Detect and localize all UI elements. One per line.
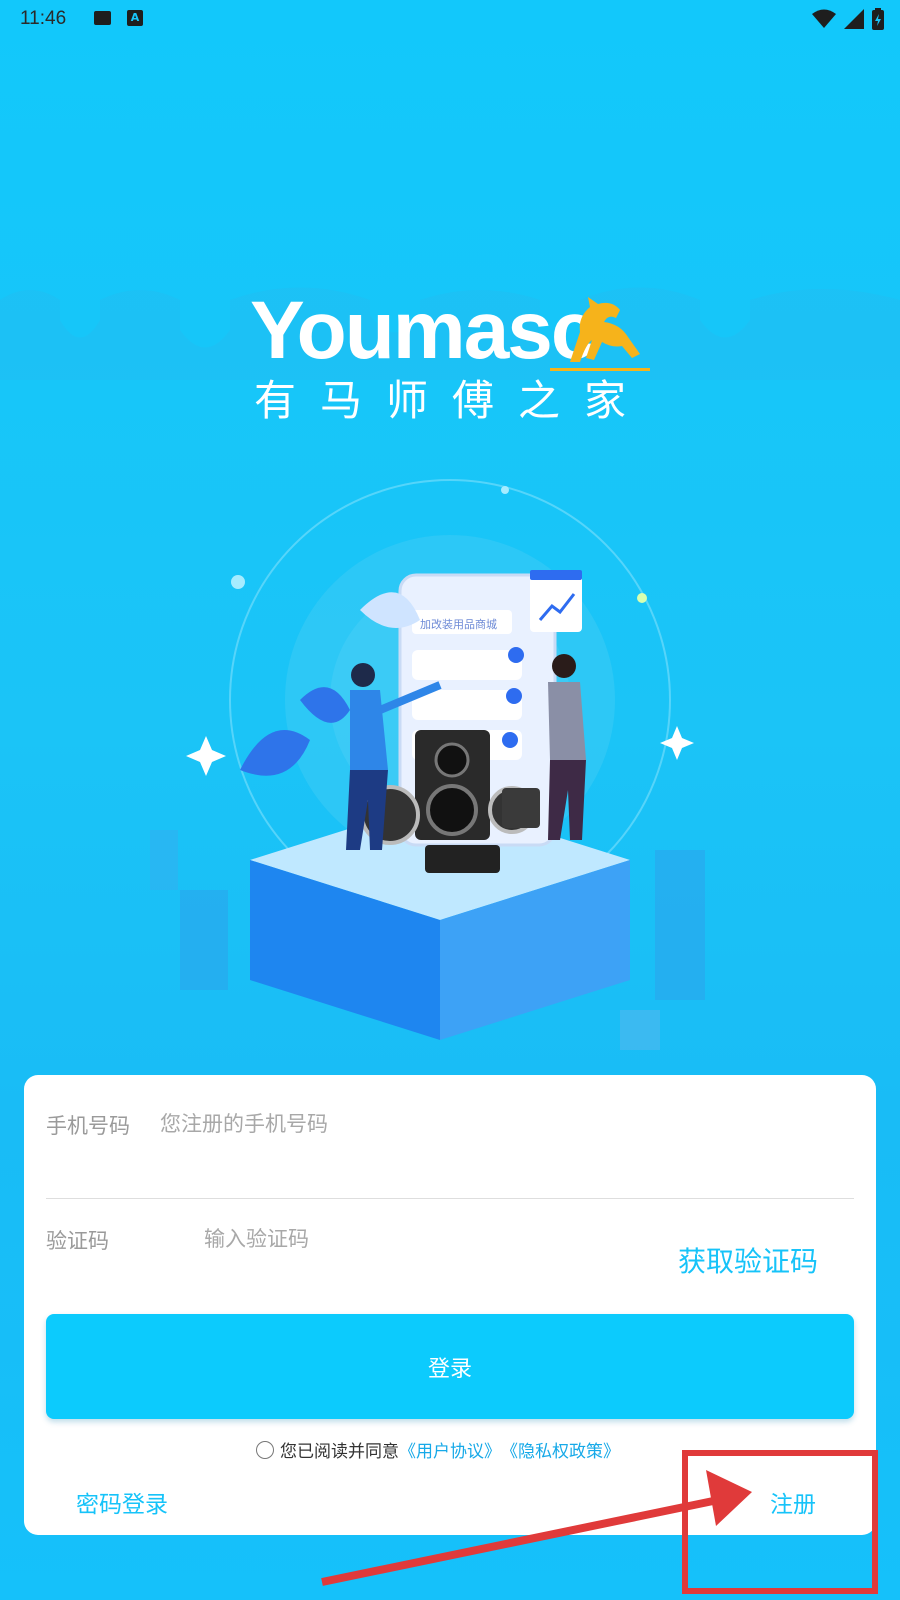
- wifi-icon: [812, 9, 836, 28]
- signal-icon: [844, 9, 864, 29]
- code-label: 验证码: [46, 1229, 109, 1253]
- phone-label: 手机号码: [46, 1114, 130, 1138]
- status-bar: 11:46 A: [0, 0, 900, 38]
- brand-subtitle: 有马师傅之家: [254, 376, 651, 425]
- agree-text: 您已阅读并同意: [280, 1442, 399, 1462]
- image-icon: [94, 11, 111, 25]
- a-notification-icon: A: [127, 10, 143, 26]
- brand-name: Youmasc: [250, 285, 597, 376]
- status-right-icons: [812, 8, 884, 30]
- horse-logo-icon: [550, 297, 650, 371]
- phone-card-text: 加改装用品商城: [420, 617, 497, 631]
- battery-icon: [872, 8, 884, 30]
- brand-logo: Youmasc 有马师傅之家: [250, 290, 650, 440]
- annotation-highlight-box: [682, 1450, 878, 1594]
- status-time: 11:46: [20, 8, 67, 29]
- privacy-policy-link[interactable]: 《隐私权政策》: [501, 1437, 620, 1462]
- field-divider: [46, 1198, 854, 1199]
- agree-radio[interactable]: [256, 1440, 274, 1459]
- agreement-row: 您已阅读并同意 《用户协议》 《隐私权政策》: [256, 1437, 620, 1462]
- password-login-link[interactable]: 密码登录: [76, 1485, 168, 1519]
- login-button[interactable]: 登录: [46, 1314, 854, 1419]
- hero-illustration: 加改装用品商城: [150, 479, 705, 1050]
- get-verification-code-button[interactable]: 获取验证码: [678, 1240, 818, 1280]
- user-agreement-link[interactable]: 《用户协议》: [399, 1437, 501, 1462]
- phone-input[interactable]: [158, 1107, 822, 1141]
- verification-code-input[interactable]: [202, 1222, 626, 1256]
